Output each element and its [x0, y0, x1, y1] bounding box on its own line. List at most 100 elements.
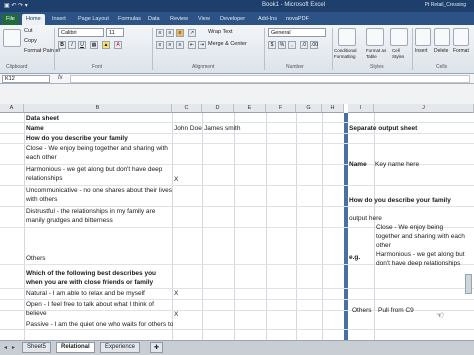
sheet-tab-relational[interactable]: Relational: [56, 342, 95, 353]
tab-view[interactable]: View: [194, 14, 214, 25]
output-others-cell[interactable]: Others: [352, 306, 372, 315]
align-center-icon[interactable]: ≡: [166, 41, 174, 49]
output-question-cell[interactable]: How do you describe your family: [349, 196, 451, 205]
output-name-label[interactable]: Name: [349, 160, 367, 169]
output-here-cell[interactable]: output here: [349, 214, 382, 223]
grid-line: [0, 122, 474, 123]
align-bottom-icon[interactable]: ≡: [176, 29, 184, 37]
tab-home[interactable]: Home: [22, 14, 45, 25]
conditional-formatting-icon[interactable]: [338, 28, 356, 46]
output-sheet-title[interactable]: Separate output sheet: [349, 124, 417, 133]
currency-icon[interactable]: $: [268, 41, 276, 49]
align-top-icon[interactable]: ≡: [156, 29, 164, 37]
format-button[interactable]: Format: [453, 48, 469, 54]
comma-button[interactable]: ,: [288, 41, 296, 49]
tab-insert[interactable]: Insert: [48, 14, 70, 25]
mark-natural-cell[interactable]: X: [174, 289, 178, 298]
merge-center-button[interactable]: Merge & Center: [208, 41, 247, 47]
font-color-icon[interactable]: A: [114, 41, 122, 49]
format-cells-icon[interactable]: [453, 28, 469, 46]
tab-page-layout[interactable]: Page Layout: [74, 14, 113, 25]
mark-open-cell[interactable]: X: [174, 310, 178, 319]
conditional-formatting-button[interactable]: Conditional Formatting: [334, 48, 364, 60]
mark-harmonious-cell[interactable]: X: [174, 175, 178, 184]
name-box[interactable]: K12: [2, 75, 50, 83]
column-header-c[interactable]: C: [172, 104, 202, 113]
output-close-cell[interactable]: Close - We enjoy being together and shar…: [376, 223, 468, 250]
tab-formulas[interactable]: Formulas: [114, 14, 145, 25]
column-header-d[interactable]: D: [202, 104, 234, 113]
column-header-j[interactable]: J: [374, 104, 474, 113]
font-name-select[interactable]: Calibri: [58, 28, 104, 37]
number-format-select[interactable]: General: [268, 28, 326, 37]
question-friends-cell[interactable]: Which of the following best describes yo…: [26, 269, 172, 287]
column-header-a[interactable]: A: [0, 104, 24, 113]
wrap-text-button[interactable]: Wrap Text: [208, 29, 233, 35]
column-header-b[interactable]: B: [24, 104, 172, 113]
column-header-i[interactable]: I: [348, 104, 374, 113]
james-smith-cell[interactable]: James smith: [204, 124, 240, 133]
output-pull-cell[interactable]: Pull from C9: [378, 306, 414, 315]
option-distrustful-cell[interactable]: Distrustful - the relationships in my fa…: [26, 207, 172, 225]
new-sheet-icon[interactable]: ✚: [150, 342, 164, 353]
sheet-tab-experience[interactable]: Experience: [100, 342, 141, 353]
output-eg-label[interactable]: e.g.: [349, 253, 360, 262]
option-uncommunicative-cell[interactable]: Uncommunicative - no one shares about th…: [26, 186, 172, 204]
output-key-name-cell[interactable]: Key name here: [375, 160, 419, 169]
align-left-icon[interactable]: ≡: [156, 41, 164, 49]
increase-decimal-icon[interactable]: .0: [300, 41, 308, 49]
quick-access-toolbar[interactable]: ▣ ↶ ↷ ▾: [4, 2, 28, 9]
name-label-cell[interactable]: Name: [26, 124, 44, 133]
john-doe-cell[interactable]: John Doe: [174, 124, 202, 133]
cell-styles-button[interactable]: Cell Styles: [392, 48, 410, 60]
tab-file[interactable]: File: [2, 14, 19, 25]
fx-label[interactable]: fx: [58, 75, 63, 81]
question-family-cell[interactable]: How do you describe your family: [26, 134, 128, 143]
vertical-scrollbar-thumb[interactable]: [465, 274, 472, 294]
option-natural-cell[interactable]: Natural - I am able to relax and be myse…: [26, 289, 145, 298]
cut-button[interactable]: Cut: [24, 28, 33, 34]
font-size-select[interactable]: 11: [106, 28, 124, 37]
output-harmonious-cell[interactable]: Harmonious - we get along but don't have…: [376, 250, 472, 268]
tab-add-ins[interactable]: Add-Ins: [254, 14, 281, 25]
percent-button[interactable]: %: [278, 41, 286, 49]
format-as-table-button[interactable]: Format as Table: [366, 48, 390, 60]
data-sheet-title[interactable]: Data sheet: [26, 114, 59, 123]
format-as-table-icon[interactable]: [366, 28, 384, 46]
tab-novapdf[interactable]: novaPDF: [282, 14, 313, 25]
underline-button[interactable]: U: [78, 41, 86, 49]
option-open-cell[interactable]: Open - I feel free to talk about what I …: [26, 300, 172, 318]
column-header-g[interactable]: G: [296, 104, 322, 113]
borders-icon[interactable]: ▦: [90, 41, 98, 49]
option-close-cell[interactable]: Close - We enjoy being together and shar…: [26, 144, 172, 162]
fill-color-icon[interactable]: ▲: [102, 41, 110, 49]
insert-cells-icon[interactable]: [415, 28, 431, 46]
column-header-h[interactable]: H: [322, 104, 344, 113]
sheet-nav-next-icon[interactable]: ▸: [12, 344, 15, 351]
insert-button[interactable]: Insert: [415, 48, 428, 54]
formula-input[interactable]: [70, 75, 470, 83]
delete-cells-icon[interactable]: [434, 28, 450, 46]
copy-button[interactable]: Copy: [24, 38, 37, 44]
italic-button[interactable]: I: [68, 41, 76, 49]
increase-indent-icon[interactable]: ⇥: [198, 41, 206, 49]
delete-button[interactable]: Delete: [434, 48, 448, 54]
orientation-icon[interactable]: ↗: [188, 29, 196, 37]
tab-data[interactable]: Data: [144, 14, 164, 25]
bold-button[interactable]: B: [58, 41, 66, 49]
tab-review[interactable]: Review: [166, 14, 192, 25]
sheet-tab-sheet5[interactable]: Sheet5: [22, 342, 52, 353]
decrease-decimal-icon[interactable]: .00: [310, 41, 318, 49]
align-right-icon[interactable]: ≡: [176, 41, 184, 49]
decrease-indent-icon[interactable]: ⇤: [188, 41, 196, 49]
option-harmonious-cell[interactable]: Harmonious - we get along but don't have…: [26, 165, 172, 183]
column-header-e[interactable]: E: [234, 104, 266, 113]
paste-icon[interactable]: [3, 29, 21, 47]
option-others-cell[interactable]: Others: [26, 254, 46, 263]
align-middle-icon[interactable]: ≡: [166, 29, 174, 37]
column-header-f[interactable]: F: [266, 104, 296, 113]
tab-developer[interactable]: Developer: [216, 14, 249, 25]
sheet-nav-prev-icon[interactable]: ◂: [4, 344, 7, 351]
option-passive-cell[interactable]: Passive - I am the quiet one who waits f…: [26, 320, 173, 329]
cell-styles-icon[interactable]: [390, 28, 408, 46]
